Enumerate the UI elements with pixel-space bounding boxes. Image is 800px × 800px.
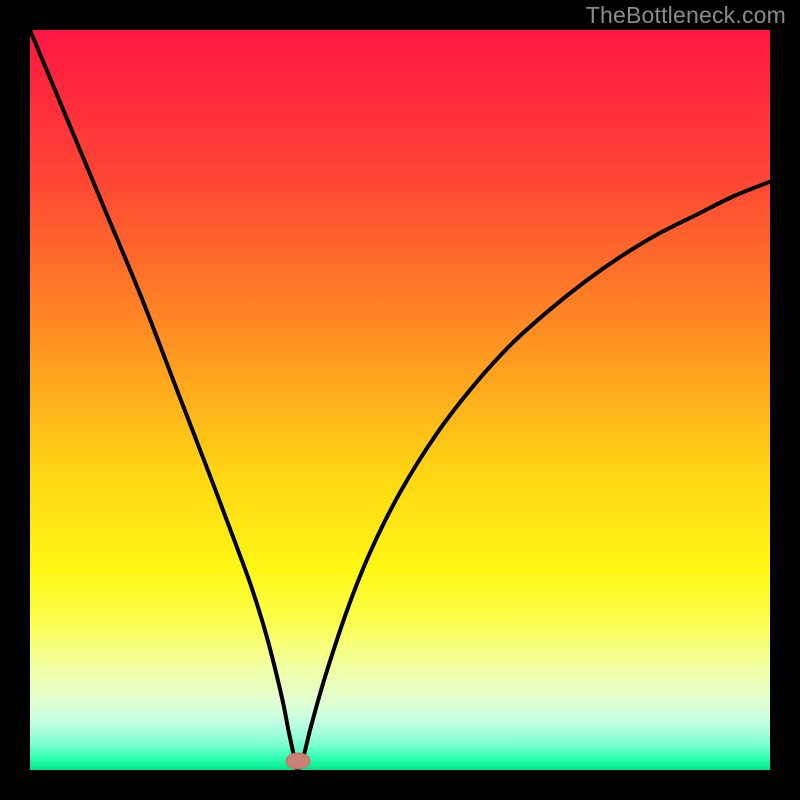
bottleneck-chart <box>0 0 800 800</box>
watermark-text: TheBottleneck.com <box>586 2 786 29</box>
chart-frame: { "watermark": "TheBottleneck.com", "col… <box>0 0 800 800</box>
plot-background <box>30 30 770 770</box>
optimum-marker <box>286 753 310 769</box>
